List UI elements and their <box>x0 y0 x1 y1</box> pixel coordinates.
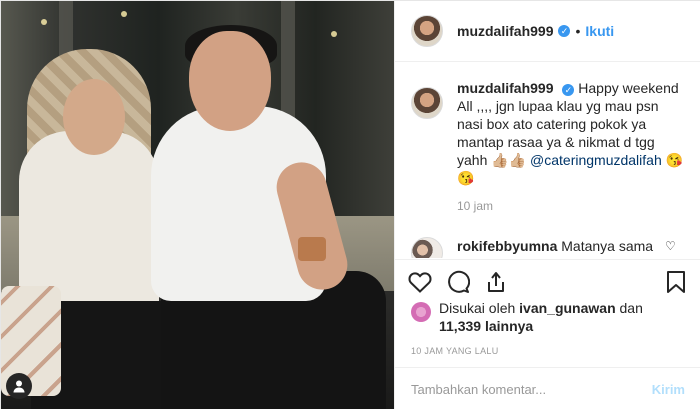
man-face <box>189 31 271 131</box>
follow-button[interactable]: Ikuti <box>585 23 614 39</box>
instagram-post: muzdalifah999 ✓ • Ikuti muzdalifah999 ✓ … <box>0 0 700 409</box>
comments-list[interactable]: muzdalifah999 ✓ Happy weekend All ,,,, j… <box>395 63 700 258</box>
post-photo[interactable] <box>1 1 394 409</box>
action-bar <box>395 259 700 303</box>
woman-face <box>63 79 125 155</box>
send-button[interactable]: Kirim <box>652 382 685 397</box>
likes-text: Disukai oleh ivan_gunawan dan 11,339 lai… <box>439 299 643 335</box>
bookmark-icon <box>667 270 685 293</box>
caption-mention[interactable]: @cateringmuzdalifah <box>530 152 662 168</box>
post-side-panel: muzdalifah999 ✓ • Ikuti muzdalifah999 ✓ … <box>394 1 700 409</box>
liker-avatar[interactable] <box>411 302 431 322</box>
comment-text-block: rokifebbyumna Matanya sama .. semoga jod… <box>457 237 657 258</box>
owner-username[interactable]: muzdalifah999 <box>457 23 553 39</box>
person-icon <box>13 380 25 393</box>
verified-badge-icon: ✓ <box>558 25 571 37</box>
ceiling-light <box>41 19 47 25</box>
comment-username[interactable]: rokifebbyumna <box>457 238 557 254</box>
likes-and: dan <box>619 300 643 316</box>
comment-input[interactable] <box>411 381 644 397</box>
comment-item: rokifebbyumna Matanya sama .. semoga jod… <box>411 237 685 258</box>
ceiling-light <box>331 31 337 37</box>
share-button[interactable] <box>481 267 511 297</box>
like-button[interactable] <box>405 267 435 297</box>
comment-icon <box>448 270 470 293</box>
likes-suffix[interactable]: lainnya <box>485 318 533 334</box>
comment-composer: Kirim <box>395 367 700 409</box>
tagged-users-icon[interactable] <box>6 373 32 399</box>
separator: • <box>575 23 581 39</box>
share-icon <box>488 271 504 292</box>
owner-avatar[interactable] <box>411 15 443 47</box>
likes-summary: Disukai oleh ivan_gunawan dan 11,339 lai… <box>411 299 691 335</box>
caption-time[interactable]: 10 jam <box>457 199 685 213</box>
phone <box>298 237 326 261</box>
save-button[interactable] <box>661 267 691 297</box>
posted-time[interactable]: 10 JAM YANG LALU <box>411 346 499 356</box>
caption-avatar[interactable] <box>411 87 443 119</box>
commenter-avatar[interactable] <box>411 237 443 258</box>
comment-button[interactable] <box>443 267 473 297</box>
ceiling-light <box>121 11 127 17</box>
heart-icon <box>408 271 432 293</box>
likes-user[interactable]: ivan_gunawan <box>519 300 615 316</box>
post-header: muzdalifah999 ✓ • Ikuti <box>395 1 700 62</box>
verified-badge-icon: ✓ <box>562 84 575 96</box>
caption-username[interactable]: muzdalifah999 <box>457 80 553 96</box>
likes-prefix: Disukai oleh <box>439 300 516 316</box>
caption: muzdalifah999 ✓ Happy weekend All ,,,, j… <box>411 79 685 187</box>
comment-like-icon[interactable]: ♡ <box>665 239 676 253</box>
caption-text-block: muzdalifah999 ✓ Happy weekend All ,,,, j… <box>457 79 685 187</box>
likes-count[interactable]: 11,339 <box>439 318 481 334</box>
